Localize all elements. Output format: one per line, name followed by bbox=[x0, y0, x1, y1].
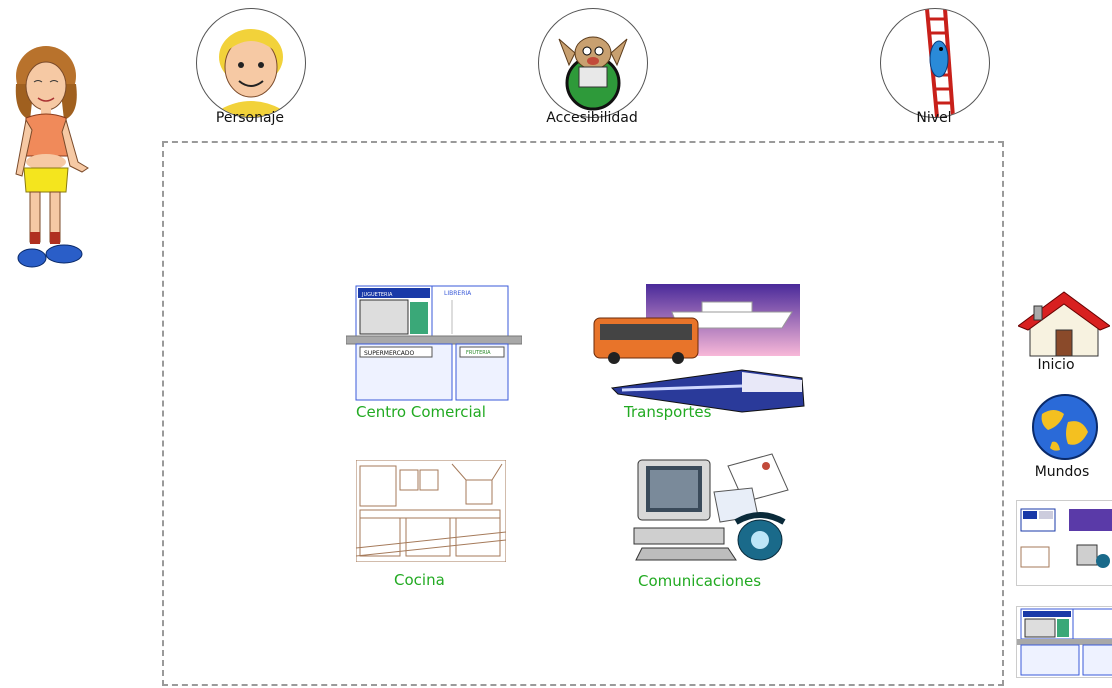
inicio-button[interactable] bbox=[1016, 290, 1112, 360]
personaje-button[interactable] bbox=[196, 8, 306, 118]
shopping-center-thumb-icon bbox=[1017, 608, 1112, 676]
nivel-label: Nivel bbox=[916, 110, 952, 126]
svg-text:LIBRERIA: LIBRERIA bbox=[444, 290, 472, 297]
worlds-preview-icon bbox=[1020, 508, 1112, 568]
svg-text:SUPERMERCADO: SUPERMERCADO bbox=[364, 350, 415, 357]
world-centro-comercial[interactable]: JUGUETERIA LIBRERIA SUPERMERCADO FRUTERI… bbox=[345, 284, 523, 404]
world-label-transportes[interactable]: Transportes bbox=[624, 403, 711, 421]
svg-text:JUGUETERIA: JUGUETERIA bbox=[361, 292, 393, 298]
shopping-center-icon: JUGUETERIA LIBRERIA SUPERMERCADO FRUTERI… bbox=[345, 285, 523, 401]
wheelchair-character-icon bbox=[558, 36, 628, 111]
mundos-label: Mundos bbox=[1034, 464, 1090, 480]
svg-text:FRUTERIA: FRUTERIA bbox=[466, 350, 491, 356]
communications-icon bbox=[633, 453, 789, 561]
world-label-comunicaciones[interactable]: Comunicaciones bbox=[638, 572, 761, 590]
transport-icon bbox=[593, 284, 805, 413]
girl-character-icon bbox=[15, 46, 89, 268]
world-transportes[interactable] bbox=[592, 282, 810, 418]
nivel-button[interactable] bbox=[880, 8, 990, 118]
world-label-cocina[interactable]: Cocina bbox=[394, 571, 445, 589]
mundos-button[interactable] bbox=[1030, 392, 1100, 462]
kitchen-icon bbox=[355, 459, 507, 563]
home-icon bbox=[1016, 291, 1112, 357]
accesibilidad-button[interactable] bbox=[538, 8, 648, 118]
world-comunicaciones[interactable] bbox=[632, 452, 792, 568]
centro-comercial-thumbnail[interactable] bbox=[1016, 606, 1112, 678]
personaje-label: Personaje bbox=[215, 110, 285, 126]
worlds-frame bbox=[162, 141, 1004, 686]
world-label-centro-comercial[interactable]: Centro Comercial bbox=[356, 403, 486, 421]
ladder-fish-icon bbox=[925, 9, 955, 117]
boy-face-icon bbox=[219, 29, 283, 117]
accesibilidad-label: Accesibilidad bbox=[546, 110, 638, 126]
globe-icon bbox=[1032, 394, 1098, 460]
worlds-preview-thumbnail[interactable] bbox=[1016, 500, 1112, 586]
world-cocina[interactable] bbox=[355, 459, 507, 563]
inicio-label: Inicio bbox=[1037, 357, 1075, 373]
